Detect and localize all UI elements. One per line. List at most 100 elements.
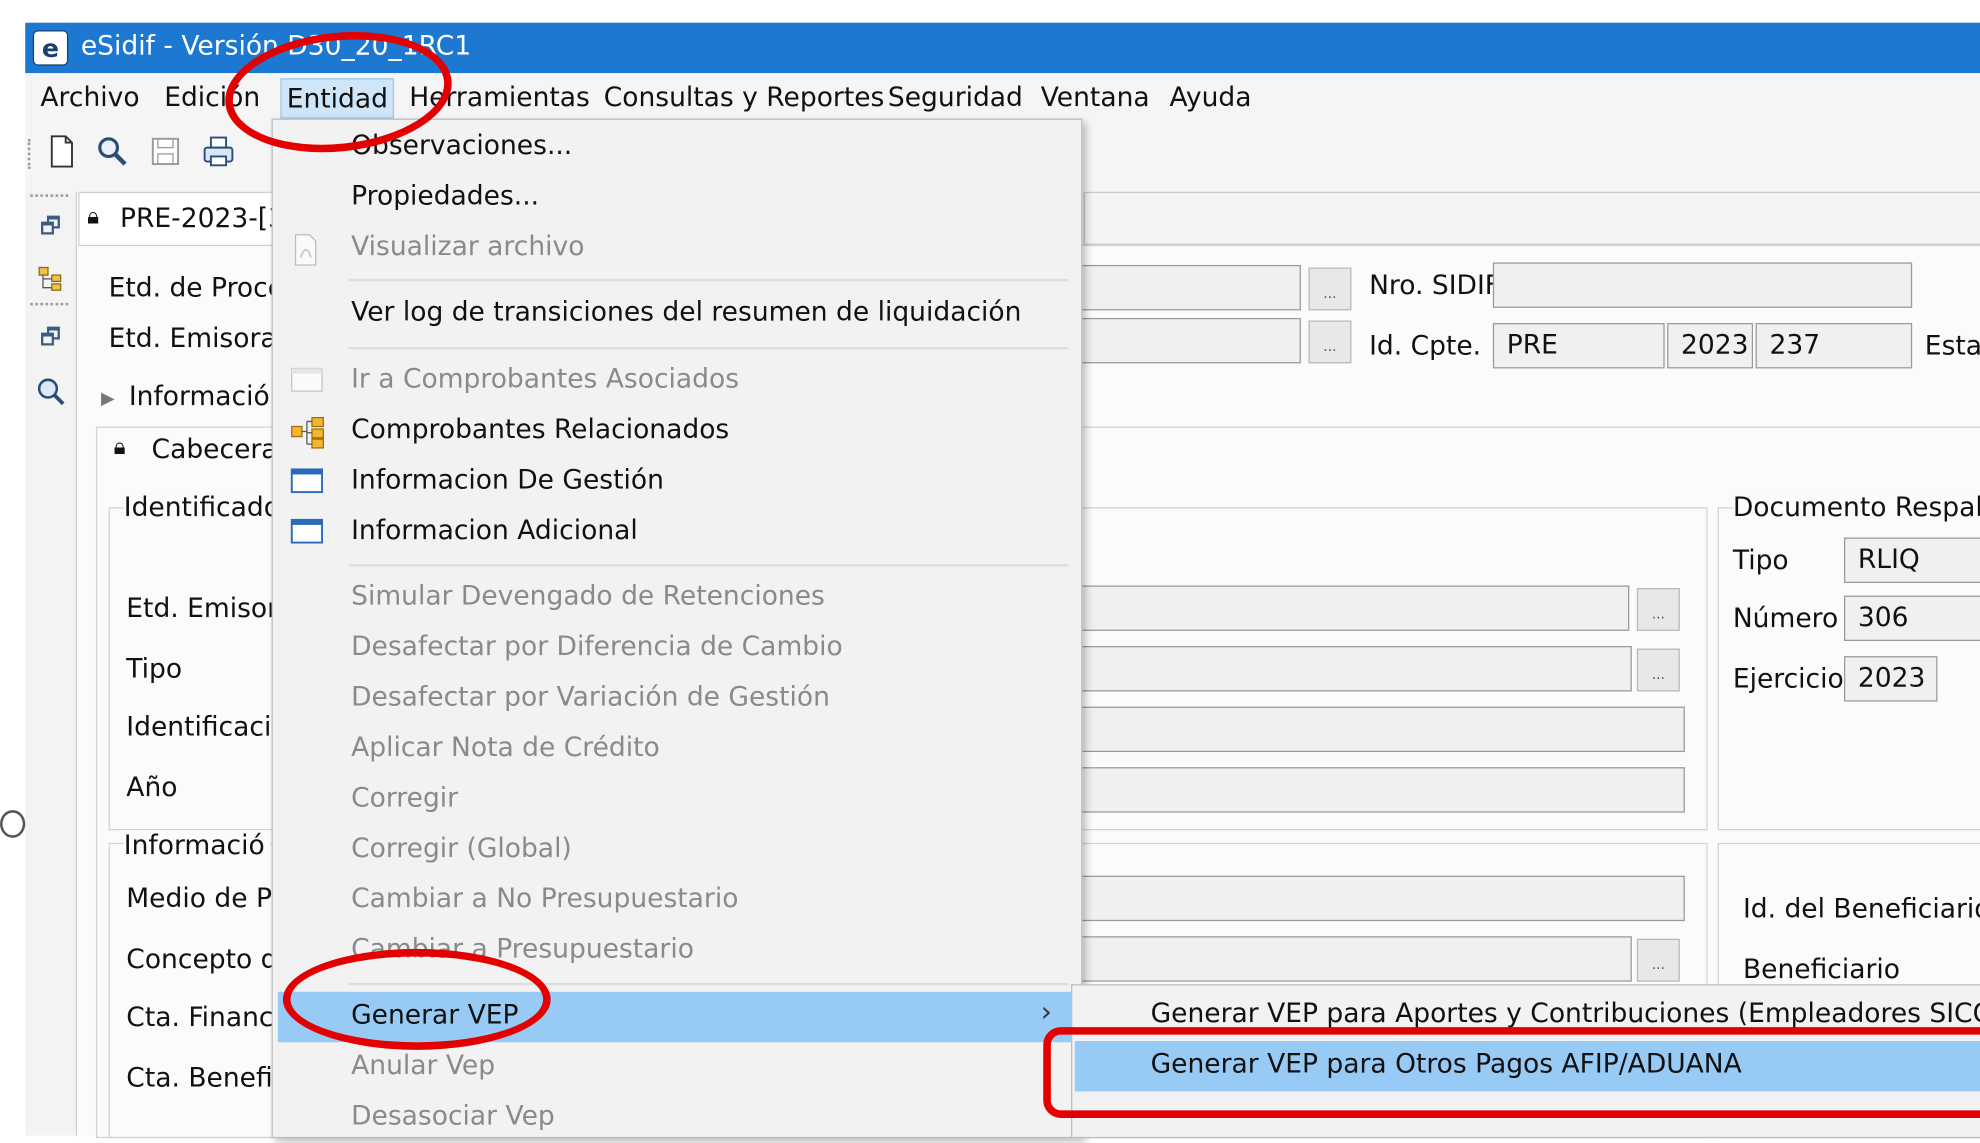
id-cpte-tipo-value: PRE [1506,329,1558,360]
informacion-section-label: Información [128,381,287,412]
menu-item-corregir: Corregir [278,775,1074,825]
menu-item-label: Corregir [351,782,459,813]
concepto-field[interactable] [1076,936,1632,982]
id-cpte-label: Id. Cpte. [1369,330,1482,361]
etd-proceso-label: Etd. de Proce [108,272,285,303]
cta-beneficiario-label: Cta. Benefic [126,1062,288,1093]
menu-item-label: Desafectar por Variación de Gestión [351,681,830,712]
medio-pago-field[interactable] [1076,875,1685,922]
anio-field[interactable] [1076,767,1685,813]
doc-numero-label: Número [1732,603,1839,634]
menu-ayuda[interactable]: Ayuda [1164,78,1256,116]
doc-numero-value: 306 [1857,601,1909,633]
cabecera-label: Cabecera [151,434,278,465]
anio-label: Año [126,772,178,803]
menu-item-ver-log-transiciones[interactable]: Ver log de transiciones del resumen de l… [278,289,1074,339]
menu-item-label: Ir a Comprobantes Asociados [351,363,740,394]
search-people-icon[interactable] [35,376,65,406]
menu-separator [348,278,1069,282]
menu-item-anular-vep: Anular Vep [278,1042,1074,1092]
menu-item-cambiar-no-presupuestario: Cambiar a No Presupuestario [278,876,1074,926]
menu-item-corregir-global: Corregir (Global) [278,825,1074,875]
side-panel-strip: 🗗 🗗 [25,191,78,1136]
restore-view-icon-2[interactable]: 🗗 [35,323,65,353]
menu-item-label: Simular Devengado de Retenciones [351,580,825,611]
doc-ejercicio-value: 2023 [1857,662,1926,693]
menu-item-comprobantes-relacionados[interactable]: Comprobantes Relacionados [278,406,1074,456]
id-cpte-numero-value: 237 [1769,329,1821,360]
etd-proceso-field[interactable] [1076,264,1301,311]
etd-emisora-2-label: Etd. Emisora [126,593,295,624]
expand-arrow-icon[interactable]: ▶ [101,389,115,409]
header-field [1083,191,1980,245]
menu-item-desasociar-vep: Desasociar Vep [278,1093,1074,1143]
pdf-file-icon [290,233,323,266]
menu-separator [348,346,1069,350]
etd-emisora-field[interactable] [1076,317,1301,364]
nro-sidif-field [1492,262,1913,308]
menu-item-label: Informacion Adicional [351,514,638,546]
doc-numero-field: 306 [1843,595,1980,641]
id-cpte-tipo-field: PRE [1492,323,1665,369]
menu-separator [348,564,1069,567]
informacion-group-label: Informació [123,830,270,861]
strip-divider [30,302,69,306]
annotation-box-otros-pagos [1043,1027,1980,1118]
menu-seguridad[interactable]: Seguridad [883,78,1028,116]
print-icon[interactable] [200,134,238,172]
menu-item-label: Ver log de transiciones del resumen de l… [351,296,1022,327]
documento-respaldo-label: Documento Respald [1732,492,1980,523]
tipo-field[interactable] [1076,646,1632,692]
menu-item-aplicar-nota-credito: Aplicar Nota de Crédito [278,724,1074,774]
menu-item-label: Propiedades... [351,180,540,211]
restore-view-icon[interactable]: 🗗 [35,212,65,242]
menu-item-simular-devengado: Simular Devengado de Retenciones [278,573,1074,623]
tipo-label: Tipo [126,653,183,684]
window-icon [290,467,324,497]
id-cpte-numero-field: 237 [1755,323,1913,369]
document-tab[interactable]: 🔒︎ PRE-2023-[3 [78,191,285,247]
etd-emisora-lookup-button[interactable]: ... [1308,320,1352,364]
concepto-lookup-button[interactable]: ... [1636,938,1680,982]
id-cpte-anio-field: 2023 [1667,323,1754,369]
new-document-icon[interactable] [43,134,81,172]
menu-archivo[interactable]: Archivo [35,78,144,116]
menu-item-ir-comprobantes-asociados: Ir a Comprobantes Asociados [278,356,1074,406]
cta-financiera-label: Cta. Financi [126,1001,281,1033]
menu-item-label: Desafectar por Diferencia de Cambio [351,630,843,662]
doc-ejercicio-label: Ejercicio [1732,663,1844,694]
tree-view-icon[interactable] [35,265,65,295]
lock-icon-cabecera: 🔒︎ [113,434,126,461]
identificacion-2-label: Identificació [126,711,288,742]
etd-emisora-2-field[interactable] [1076,585,1630,631]
menu-item-desafectar-variacion-gestion: Desafectar por Variación de Gestión [278,674,1074,724]
submenu-arrow-icon: › [1040,996,1052,1029]
etd-emisora-label: Etd. Emisora [108,323,277,354]
id-cpte-anio-value: 2023 [1681,329,1749,360]
etd-emisora-2-lookup-button[interactable]: ... [1636,587,1680,631]
doc-ejercicio-field: 2023 [1843,656,1938,702]
menu-ventana[interactable]: Ventana [1036,78,1155,116]
menu-item-desafectar-diferencia-cambio: Desafectar por Diferencia de Cambio [278,623,1074,673]
menu-item-informacion-adicional[interactable]: Informacion Adicional [278,507,1074,557]
tipo-lookup-button[interactable]: ... [1636,648,1680,692]
doc-tipo-label: Tipo [1732,545,1789,576]
etd-proceso-lookup-button[interactable]: ... [1308,267,1352,311]
screen: e eSidif - Versión D30_20_1RC1 Archivo E… [0,0,1980,1139]
toolbar-grip [27,138,34,170]
panel-resize-handle[interactable] [0,810,26,838]
id-beneficiario-label: Id. del Beneficiario [1742,893,1980,924]
hierarchy-icon [290,416,324,449]
medio-pago-label: Medio de P [126,883,272,914]
menu-item-propiedades[interactable]: Propiedades... [278,173,1074,223]
identificacion-field[interactable] [1076,706,1685,753]
strip-grip [30,194,69,197]
window-icon-disabled [290,366,323,396]
menu-item-informacion-gestion[interactable]: Informacion De Gestión [278,457,1074,507]
menu-item-label: Aplicar Nota de Crédito [351,731,660,763]
search-icon[interactable] [93,134,131,172]
menu-consultas-reportes[interactable]: Consultas y Reportes [599,78,890,116]
window-icon [290,517,324,547]
estado-label: Esta [1924,330,1980,361]
save-icon[interactable] [147,134,185,172]
